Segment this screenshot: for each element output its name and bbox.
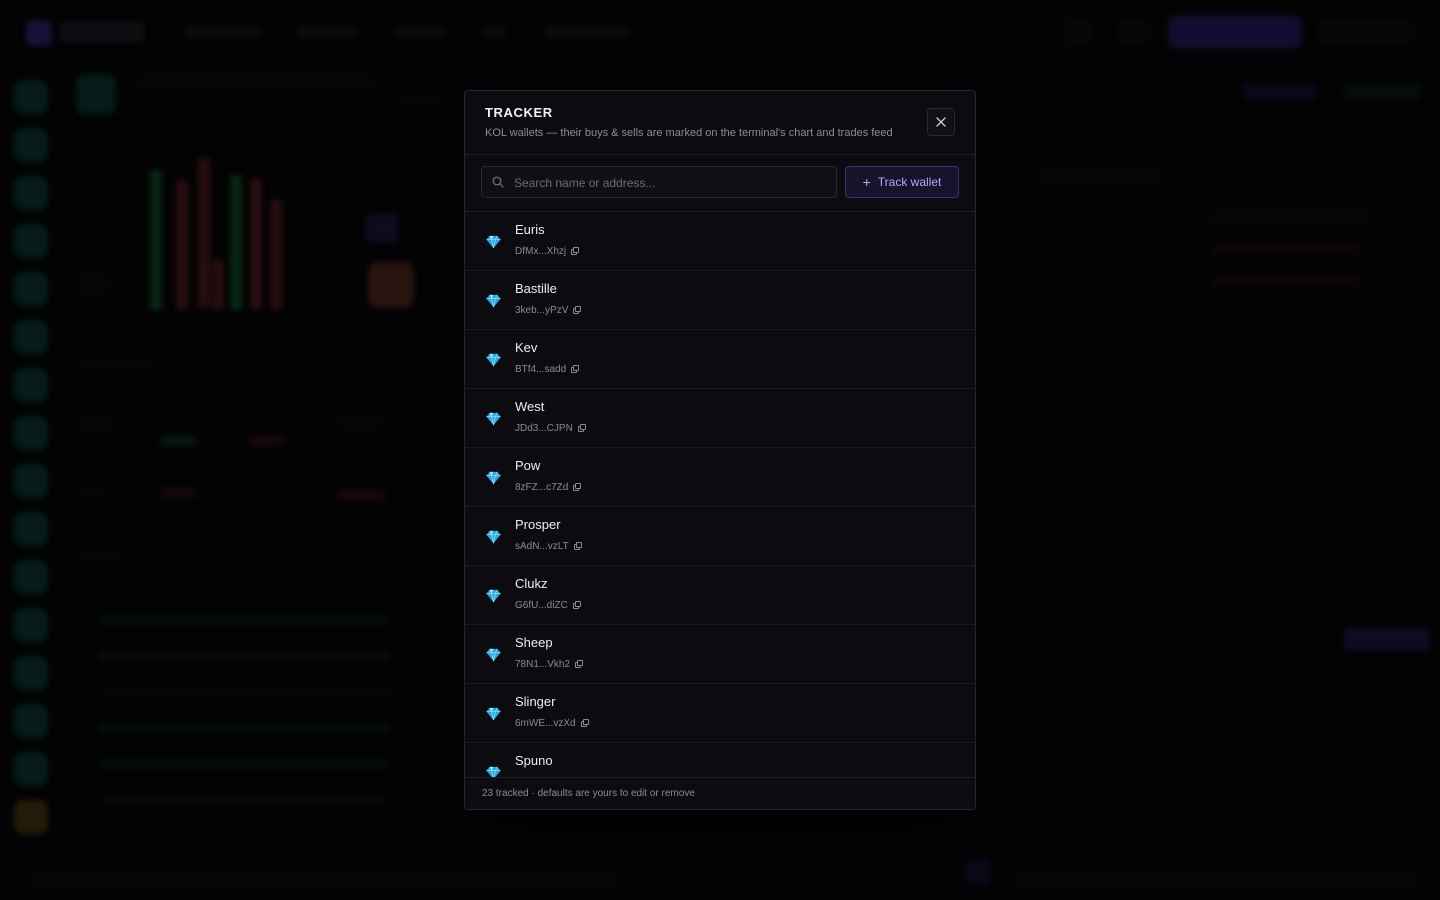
wallet-name: Kev (515, 340, 538, 355)
wallet-item[interactable]: Sheep 78N1...Vkh2 (465, 625, 975, 684)
wallet-name: Prosper (515, 517, 561, 532)
search-icon (492, 176, 504, 188)
footer-text: 23 tracked · defaults are yours to edit … (482, 788, 695, 799)
wallet-name: Pow (515, 458, 541, 473)
gem-icon (486, 412, 501, 426)
modal-header: TRACKER KOL wallets — their buys & sells… (465, 91, 975, 155)
copy-icon[interactable] (573, 483, 582, 491)
wallet-address: DfMx...Xhzj (515, 246, 567, 257)
gem-icon (486, 235, 501, 249)
wallet-list: Euris DfMx...Xhzj Bastille 3keb...yPzV K… (465, 212, 975, 777)
wallet-address-row: sAdN...vzLT (515, 541, 582, 552)
gem-icon (486, 707, 501, 721)
wallet-address: BTf4...sadd (515, 364, 567, 375)
close-icon (936, 117, 946, 127)
copy-icon[interactable] (571, 365, 580, 373)
wallet-address-row: BTf4...sadd (515, 364, 580, 375)
wallet-item[interactable]: Spuno (465, 743, 975, 777)
copy-icon[interactable] (575, 660, 584, 668)
copy-icon[interactable] (571, 247, 580, 255)
gem-icon (486, 471, 501, 485)
wallet-name: Bastille (515, 281, 557, 296)
wallet-name: Euris (515, 222, 545, 237)
gem-icon (486, 294, 501, 308)
gem-icon (486, 589, 501, 603)
modal-footer: 23 tracked · defaults are yours to edit … (465, 777, 975, 809)
copy-icon[interactable] (572, 601, 581, 609)
wallet-address-row: 8zFZ...c7Zd (515, 482, 582, 493)
wallet-address-row: JDd3...CJPN (515, 423, 586, 434)
wallet-item[interactable]: Prosper sAdN...vzLT (465, 507, 975, 566)
plus-icon: + (862, 174, 871, 190)
wallet-address-row: 6mWE...vzXd (515, 718, 589, 729)
wallet-address: G6fU...diZC (515, 600, 568, 611)
wallet-address-row: G6fU...diZC (515, 600, 581, 611)
copy-icon[interactable] (580, 719, 589, 727)
wallet-item[interactable]: Pow 8zFZ...c7Zd (465, 448, 975, 507)
track-wallet-button[interactable]: + Track wallet (845, 166, 959, 198)
search-input[interactable] (512, 167, 832, 199)
wallet-item[interactable]: West JDd3...CJPN (465, 389, 975, 448)
copy-icon[interactable] (573, 306, 582, 314)
wallet-item[interactable]: Bastille 3keb...yPzV (465, 271, 975, 330)
wallet-item[interactable]: Clukz G6fU...diZC (465, 566, 975, 625)
close-button[interactable] (927, 108, 955, 136)
search-box[interactable] (481, 166, 837, 199)
wallet-item[interactable]: Euris DfMx...Xhzj (465, 212, 975, 271)
gem-icon (486, 648, 501, 662)
gem-icon (486, 766, 501, 777)
track-wallet-label: Track wallet (877, 175, 942, 189)
wallet-item[interactable]: Slinger 6mWE...vzXd (465, 684, 975, 743)
wallet-address: 8zFZ...c7Zd (515, 482, 569, 493)
wallet-name: Sheep (515, 635, 553, 650)
wallet-address: JDd3...CJPN (515, 423, 573, 434)
wallet-address-row: DfMx...Xhzj (515, 246, 580, 257)
gem-icon (486, 530, 501, 544)
wallet-name: Slinger (515, 694, 556, 709)
modal-subtitle: KOL wallets — their buys & sells are mar… (485, 127, 893, 139)
wallet-address-row: 3keb...yPzV (515, 305, 582, 316)
gem-icon (486, 353, 501, 367)
tracker-modal: TRACKER KOL wallets — their buys & sells… (464, 90, 976, 810)
wallet-name: Clukz (515, 576, 548, 591)
copy-icon[interactable] (577, 424, 586, 432)
modal-title: TRACKER (485, 105, 553, 120)
wallet-address: 6mWE...vzXd (515, 718, 576, 729)
wallet-address: 3keb...yPzV (515, 305, 569, 316)
wallet-address: 78N1...Vkh2 (515, 659, 571, 670)
wallet-address: sAdN...vzLT (515, 541, 569, 552)
modal-toolbar: + Track wallet (465, 155, 975, 212)
wallet-name: Spuno (515, 753, 553, 768)
wallet-item[interactable]: Kev BTf4...sadd (465, 330, 975, 389)
wallet-name: West (515, 399, 545, 414)
wallet-address-row: 78N1...Vkh2 (515, 659, 584, 670)
copy-icon[interactable] (573, 542, 582, 550)
